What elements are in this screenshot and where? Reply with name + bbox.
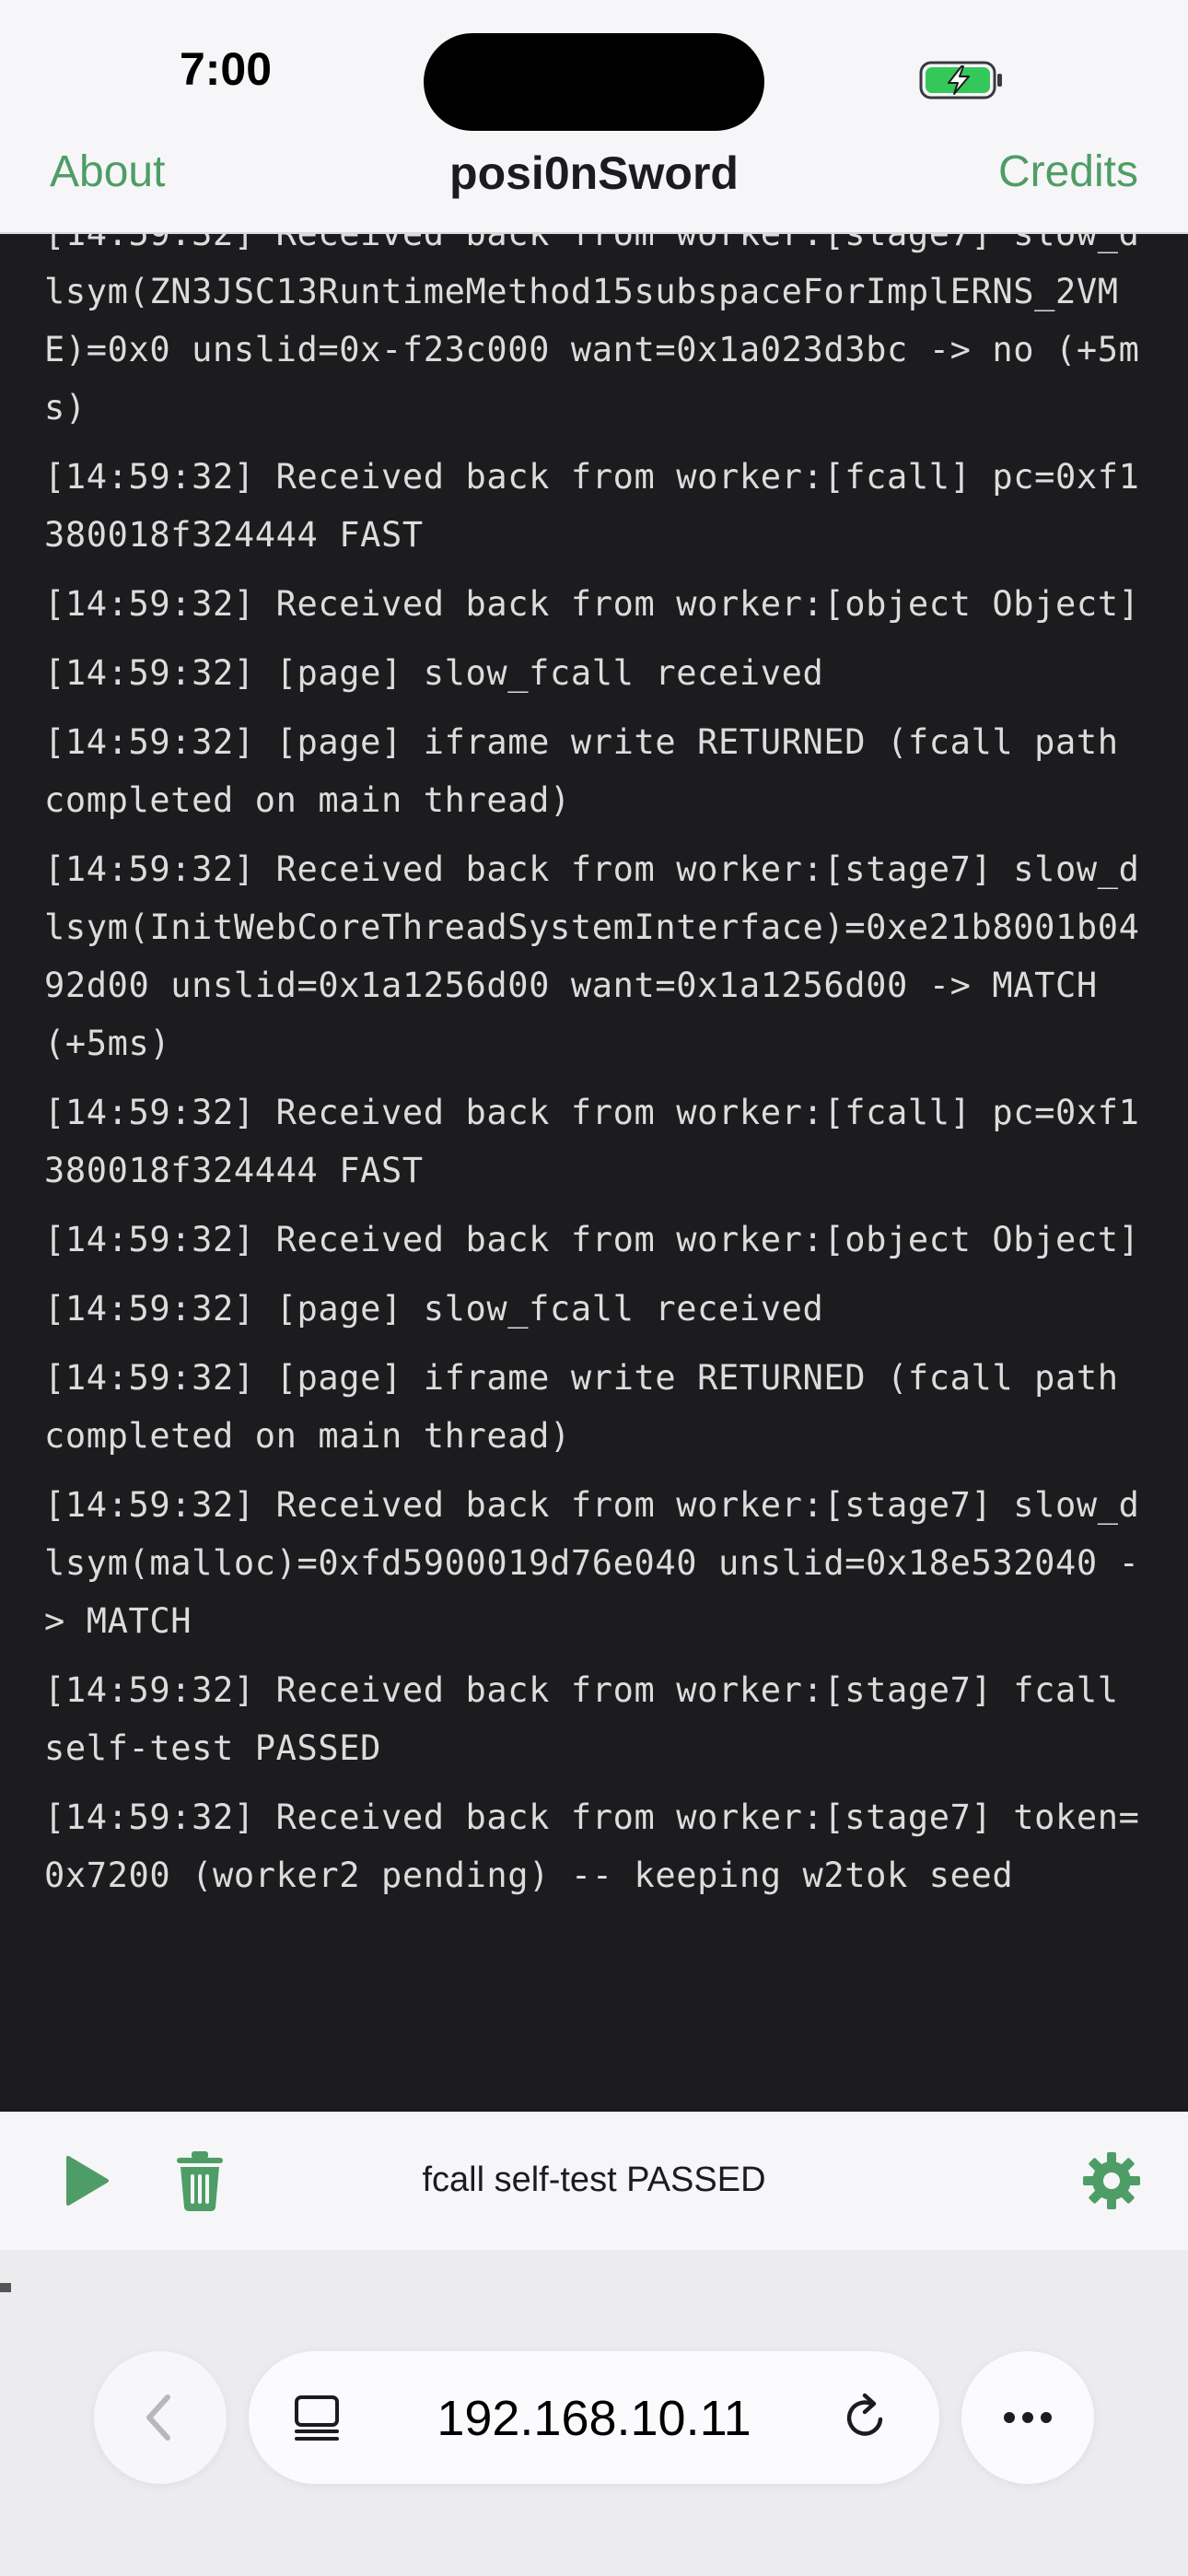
log-console[interactable]: [14:59:32] Received back from worker:[st…	[0, 234, 1188, 2112]
about-button[interactable]: About	[50, 146, 165, 199]
bottom-toolbar: fcall self-test PASSED	[0, 2112, 1188, 2250]
more-button[interactable]	[961, 2351, 1094, 2484]
log-entry: [14:59:32] Received back from worker:[st…	[44, 1797, 1140, 1895]
log-entry: [14:59:32] Received back from worker:[fc…	[44, 1093, 1140, 1190]
url-text[interactable]: 192.168.10.11	[387, 2391, 801, 2446]
gear-icon[interactable]	[1081, 2150, 1142, 2211]
status-time: 7:00	[179, 43, 273, 95]
status-bar: 7:00	[0, 0, 1188, 131]
log-entry: [14:59:32] Received back from worker:[ob…	[44, 1220, 1140, 1259]
browser-bottom-bar: 192.168.10.11	[0, 2250, 1188, 2576]
reload-icon[interactable]	[840, 2392, 891, 2443]
log-entry: [14:59:32] Received back from worker:[st…	[44, 234, 1140, 427]
trash-icon[interactable]	[171, 2149, 228, 2213]
play-icon[interactable]	[55, 2150, 116, 2211]
battery-charging-icon	[919, 61, 1002, 100]
log-list: [14:59:32] Received back from worker:[st…	[44, 234, 1159, 1915]
page-title: posi0nSword	[449, 147, 739, 199]
log-entry: [14:59:32] Received back from worker:[fc…	[44, 457, 1140, 555]
dynamic-island	[424, 33, 764, 131]
status-text: fcall self-test PASSED	[422, 2160, 766, 2199]
log-entry: [14:59:32] [page] iframe write RETURNED …	[44, 722, 1140, 820]
chevron-left-icon	[146, 2395, 170, 2441]
log-entry: [14:59:32] [page] slow_fcall received	[44, 653, 824, 693]
more-icon	[1004, 2412, 1052, 2423]
tabs-icon[interactable]	[291, 2392, 343, 2443]
back-button[interactable]	[94, 2351, 227, 2484]
log-entry: [14:59:32] [page] slow_fcall received	[44, 1289, 824, 1329]
credits-button[interactable]: Credits	[998, 146, 1138, 199]
corner-artifact	[0, 2283, 11, 2292]
log-entry: [14:59:32] Received back from worker:[st…	[44, 1670, 1140, 1768]
log-entry: [14:59:32] Received back from worker:[ob…	[44, 584, 1140, 624]
log-entry: [14:59:32] Received back from worker:[st…	[44, 1485, 1140, 1641]
log-entry: [14:59:32] Received back from worker:[st…	[44, 849, 1140, 1063]
log-entry: [14:59:32] [page] iframe write RETURNED …	[44, 1358, 1140, 1456]
address-bar[interactable]: 192.168.10.11	[249, 2351, 939, 2484]
